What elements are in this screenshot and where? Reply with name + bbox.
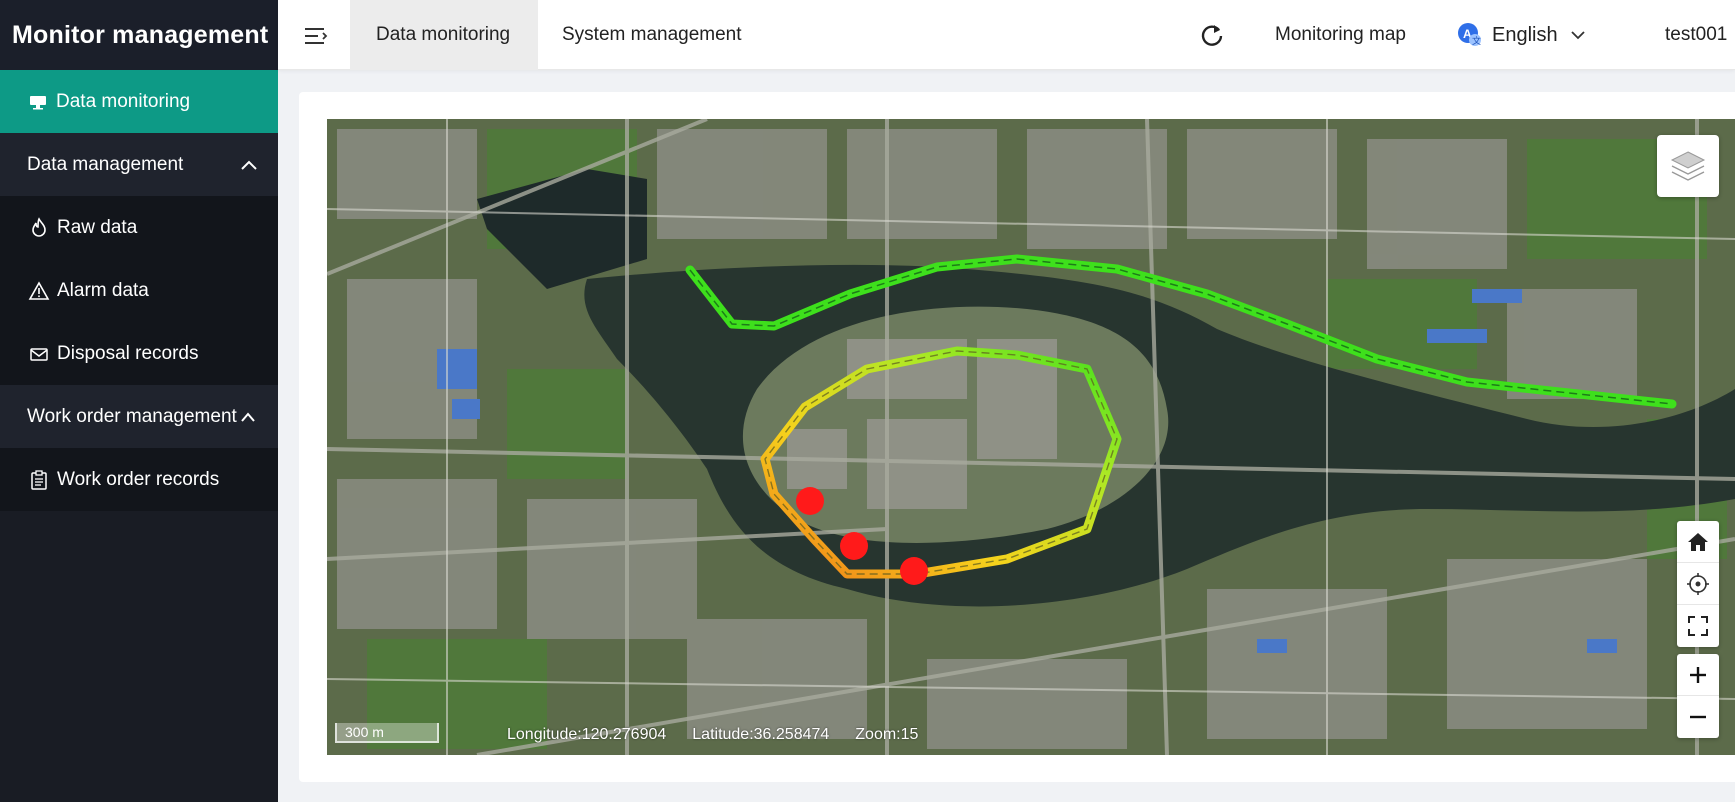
zoom-out-button[interactable] [1677,696,1719,738]
sidebar-group-work-order-management[interactable]: Work order management [0,385,278,448]
sidebar-group-data-management[interactable]: Data management [0,133,278,196]
locate-button[interactable] [1677,563,1719,605]
monitoring-map-link[interactable]: Monitoring map [1275,0,1406,70]
tab-data-monitoring[interactable]: Data monitoring [350,0,538,70]
language-selector[interactable]: A文 English [1456,0,1586,70]
chevron-up-icon [240,407,256,429]
satellite-map-background [327,119,1735,755]
map-controls [1677,521,1719,647]
zoom-readout: Zoom:15 [855,726,919,743]
zoom-in-button[interactable] [1677,654,1719,696]
layers-button[interactable] [1657,135,1719,197]
sidebar-item-label: Data management [27,153,184,175]
minus-icon [1688,707,1708,727]
layers-icon [1668,148,1708,184]
zoom-controls [1677,654,1719,738]
sidebar: Monitor management Data monitoring Data … [0,0,278,802]
flame-icon [28,216,50,239]
alarm-point[interactable] [796,487,824,515]
sidebar-item-label: Work order management [27,405,237,427]
home-icon [1686,531,1710,553]
crosshair-icon [1686,572,1710,596]
sidebar-item-disposal-records[interactable]: Disposal records [0,322,278,385]
svg-text:文: 文 [1472,35,1481,47]
latitude-readout: Latitude:36.258474 [692,726,830,743]
warning-icon [28,280,50,302]
sidebar-item-alarm-data[interactable]: Alarm data [0,259,278,322]
sidebar-item-label: Work order records [57,468,220,490]
alarm-point[interactable] [900,557,928,585]
map-coordinates: Longitude:120.276904 Latitude:36.258474 … [507,726,918,744]
menu-toggle-icon[interactable] [302,22,330,50]
app-title: Monitor management [0,0,278,70]
user-name[interactable]: test001 [1665,0,1727,70]
fullscreen-button[interactable] [1677,605,1719,647]
fullscreen-icon [1687,615,1709,637]
sidebar-item-label: Raw data [57,216,138,238]
alarm-point[interactable] [840,532,868,560]
chevron-down-icon [1570,30,1586,40]
tab-system-management[interactable]: System management [562,0,742,70]
map-scale: 300 m [335,723,439,743]
longitude-readout: Longitude:120.276904 [507,726,667,743]
sidebar-item-data-monitoring[interactable]: Data monitoring [0,70,278,133]
sidebar-item-label: Data monitoring [56,90,191,112]
translate-icon: A文 [1456,21,1484,49]
sidebar-item-raw-data[interactable]: Raw data [0,196,278,259]
plus-icon [1688,665,1708,685]
clipboard-icon [28,469,50,491]
home-button[interactable] [1677,521,1719,563]
sidebar-item-work-order-records[interactable]: Work order records [0,448,278,511]
mail-icon [28,343,50,365]
sidebar-item-label: Disposal records [57,342,199,364]
chevron-up-icon [240,155,258,177]
language-label: English [1492,23,1558,46]
monitor-icon [27,91,49,113]
monitoring-map[interactable]: 300 m Longitude:120.276904 Latitude:36.2… [327,119,1735,755]
top-header: Data monitoring System management Monito… [278,0,1735,70]
refresh-icon[interactable] [1198,21,1226,49]
sidebar-item-label: Alarm data [57,279,149,301]
